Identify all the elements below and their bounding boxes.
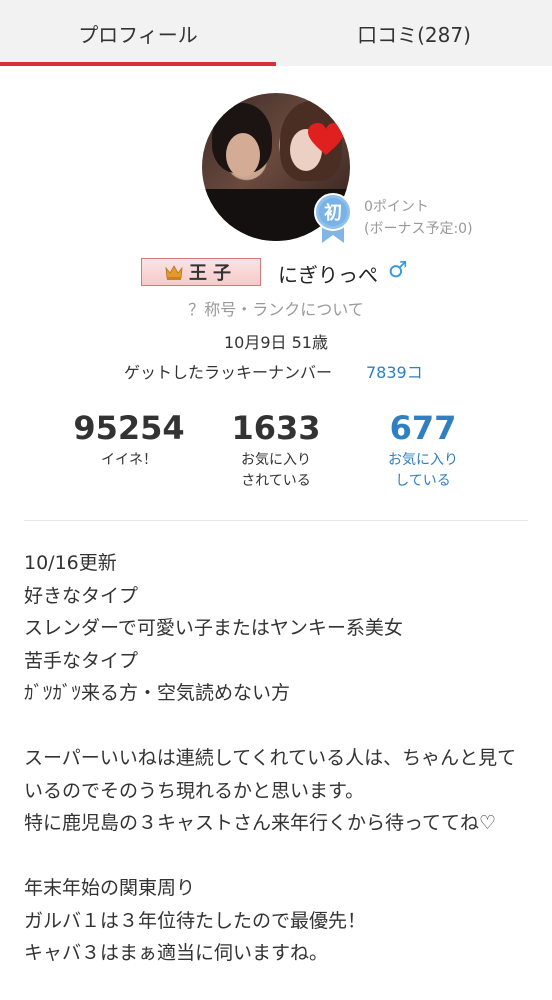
favorites-label[interactable]: お気に入り している <box>353 450 493 492</box>
svg-text:初: 初 <box>324 202 342 224</box>
rank-label: 王子 <box>189 263 237 284</box>
nickname: にぎりっぺ <box>278 263 378 287</box>
profile-bio: 10/16更新 好きなタイプ スレンダーで可愛い子またはヤンキー系美女 苦手なタ… <box>24 552 517 964</box>
favorited-by-label: お気に入り されている <box>241 452 311 489</box>
favorites-count[interactable]: 677 <box>353 408 493 448</box>
stat-likes: 95254 イイネ！ <box>59 408 199 471</box>
divider <box>24 520 528 521</box>
likes-count: 95254 <box>73 409 185 447</box>
first-timer-badge-icon: 初 <box>314 193 352 243</box>
stat-favorites[interactable]: 677 お気に入り している <box>353 408 493 492</box>
name-row: 王子 にぎりっぺ ♂ <box>0 256 552 290</box>
points-info: 0ポイント (ボーナス予定:0) <box>364 196 473 240</box>
stat-favorited-by: 1633 お気に入り されている <box>206 408 346 492</box>
tab-bar: プロフィール 口コミ(287) <box>0 0 552 66</box>
points-value: 0ポイント <box>364 199 429 215</box>
lucky-number-label: ゲットしたラッキーナンバー <box>124 363 333 382</box>
bonus-points: (ボーナス予定:0) <box>364 221 473 237</box>
crown-icon <box>165 265 183 280</box>
heart-sticker-icon <box>308 123 344 155</box>
male-icon: ♂ <box>388 258 408 283</box>
avatar[interactable]: 初 <box>202 93 352 243</box>
likes-label: イイネ！ <box>101 452 157 468</box>
favorited-by-count: 1633 <box>231 409 321 447</box>
rank-info-link[interactable]: ？称号・ランクについて <box>0 296 552 320</box>
rank-badge: 王子 <box>141 258 261 286</box>
lucky-number-count[interactable]: 7839コ <box>366 359 423 383</box>
tab-reviews[interactable]: 口コミ(287) <box>276 0 552 66</box>
tab-profile[interactable]: プロフィール <box>0 0 276 66</box>
birthday-age: 10月9日 51歳 <box>224 333 328 352</box>
